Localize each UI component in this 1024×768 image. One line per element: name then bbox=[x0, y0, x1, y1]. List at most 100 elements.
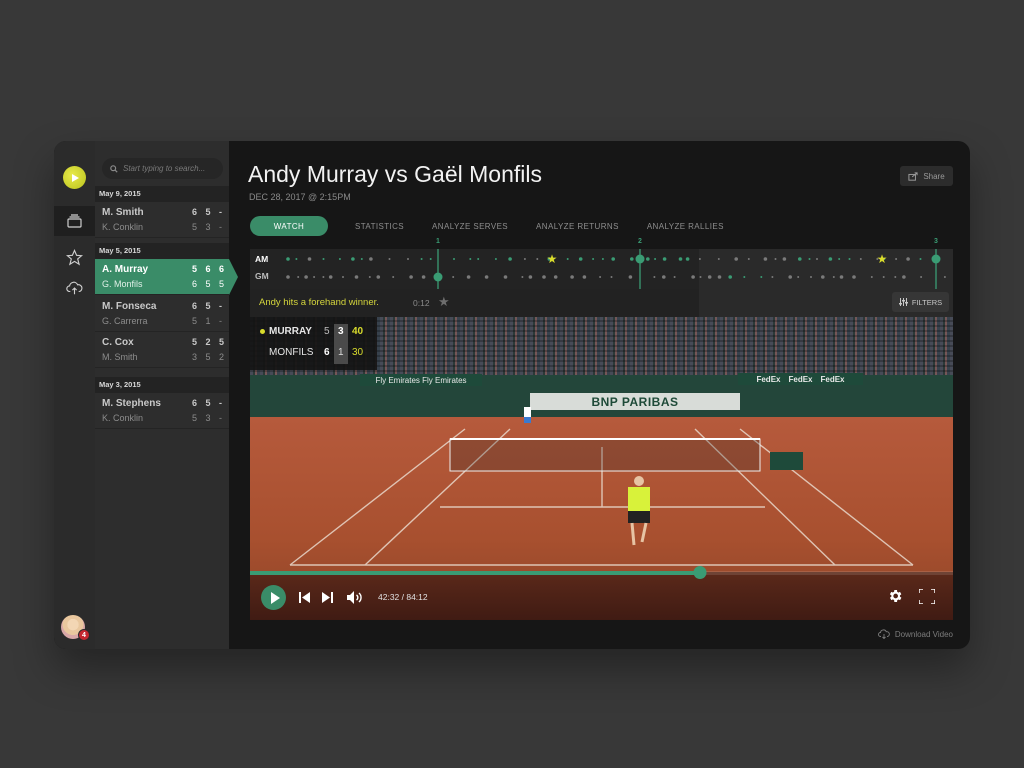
timeline-point[interactable] bbox=[466, 275, 471, 279]
timeline-point[interactable] bbox=[894, 276, 897, 278]
timeline-point[interactable] bbox=[839, 275, 844, 279]
timeline-point[interactable] bbox=[828, 257, 833, 261]
timeline-point[interactable] bbox=[342, 276, 344, 278]
timeline-point[interactable] bbox=[630, 257, 634, 261]
timeline-point[interactable] bbox=[747, 258, 750, 260]
timeline-point[interactable] bbox=[351, 257, 355, 261]
timeline-point[interactable] bbox=[409, 275, 413, 279]
timeline-point[interactable] bbox=[286, 275, 290, 279]
timeline-point[interactable] bbox=[452, 276, 455, 278]
timeline-point[interactable] bbox=[477, 258, 480, 260]
timeline-point[interactable] bbox=[521, 276, 524, 278]
current-point-marker[interactable] bbox=[433, 272, 443, 282]
timeline-point[interactable] bbox=[429, 258, 432, 260]
tab-statistics[interactable]: STATISTICS bbox=[355, 222, 404, 231]
timeline-point[interactable] bbox=[673, 276, 676, 278]
upload-button[interactable] bbox=[54, 273, 95, 303]
timeline-point[interactable] bbox=[297, 276, 300, 278]
timeline-point[interactable] bbox=[771, 276, 774, 278]
match-item-selected[interactable]: A. Murray G. Monfils 5 6 6 6 5 5 bbox=[95, 259, 238, 295]
previous-icon[interactable] bbox=[299, 592, 310, 603]
timeline-point[interactable] bbox=[760, 276, 763, 278]
timeline-point[interactable] bbox=[788, 275, 792, 279]
settings-gear-icon[interactable] bbox=[887, 588, 903, 604]
timeline-point[interactable] bbox=[407, 258, 409, 260]
timeline-point[interactable] bbox=[469, 258, 472, 260]
tab-analyze-serves[interactable]: ANALYZE SERVES bbox=[432, 222, 508, 231]
match-item[interactable]: M. Smith K. Conklin 6 5 - 5 3 - bbox=[95, 202, 229, 238]
timeline-point[interactable] bbox=[369, 257, 373, 261]
tab-watch[interactable]: WATCH bbox=[250, 216, 328, 236]
timeline-point[interactable] bbox=[328, 275, 333, 279]
timeline-point[interactable] bbox=[717, 275, 722, 279]
match-item[interactable]: C. Cox M. Smith 5 2 5 3 5 2 bbox=[95, 332, 229, 368]
timeline-point[interactable] bbox=[528, 275, 533, 279]
favorite-clip-star-icon[interactable]: ★ bbox=[438, 294, 450, 310]
timeline-point[interactable] bbox=[920, 276, 923, 278]
timeline-point[interactable] bbox=[536, 258, 539, 260]
timeline-point[interactable] bbox=[484, 275, 489, 279]
timeline-point[interactable] bbox=[599, 276, 602, 278]
timeline-point[interactable] bbox=[743, 276, 746, 278]
timeline-point[interactable] bbox=[360, 258, 363, 260]
timeline-point[interactable] bbox=[797, 276, 800, 278]
fullscreen-icon[interactable] bbox=[919, 589, 935, 604]
timeline-point[interactable] bbox=[906, 257, 910, 261]
timeline-points[interactable]: ★ ★ bbox=[250, 249, 953, 289]
favorites-button[interactable] bbox=[54, 242, 95, 272]
timeline-point[interactable] bbox=[523, 258, 526, 260]
timeline-point[interactable] bbox=[662, 257, 667, 261]
download-video-button[interactable]: Download Video bbox=[877, 629, 953, 639]
timeline-point[interactable] bbox=[354, 275, 359, 279]
timeline-point[interactable] bbox=[421, 275, 426, 279]
share-button[interactable]: Share bbox=[900, 166, 953, 186]
tab-analyze-rallies[interactable]: ANALYZE RALLIES bbox=[647, 222, 724, 231]
timeline-point[interactable] bbox=[838, 258, 841, 260]
timeline-point[interactable] bbox=[859, 258, 862, 260]
tab-analyze-returns[interactable]: ANALYZE RETURNS bbox=[536, 222, 619, 231]
timeline-point[interactable] bbox=[691, 275, 695, 279]
timeline-point[interactable] bbox=[810, 276, 812, 278]
current-point-marker[interactable] bbox=[635, 254, 645, 264]
timeline-point[interactable] bbox=[592, 258, 595, 260]
timeline-point[interactable] bbox=[653, 276, 656, 278]
timeline-point[interactable] bbox=[542, 275, 546, 279]
timeline-point[interactable] bbox=[322, 276, 325, 278]
seek-handle[interactable] bbox=[693, 566, 707, 579]
timeline-point[interactable] bbox=[821, 275, 825, 279]
timeline-point[interactable] bbox=[848, 258, 851, 260]
timeline-point[interactable] bbox=[717, 258, 720, 260]
timeline-point[interactable] bbox=[420, 258, 423, 260]
timeline-point[interactable] bbox=[707, 275, 712, 279]
video-player[interactable]: Fly Emirates Fly Emirates FedEx FedEx Fe… bbox=[250, 317, 953, 620]
timeline-point[interactable] bbox=[882, 276, 885, 278]
timeline-point[interactable] bbox=[295, 258, 298, 260]
search-input[interactable]: Start typing to search... bbox=[102, 158, 223, 179]
timeline-point[interactable] bbox=[678, 257, 683, 261]
timeline-point[interactable] bbox=[699, 276, 702, 278]
timeline-point[interactable] bbox=[313, 276, 316, 278]
timeline-point[interactable] bbox=[734, 257, 738, 261]
timeline-point[interactable] bbox=[774, 258, 777, 260]
timeline-point[interactable] bbox=[646, 257, 650, 261]
library-button[interactable] bbox=[54, 206, 95, 236]
play-button[interactable] bbox=[261, 585, 286, 610]
next-icon[interactable] bbox=[322, 592, 333, 603]
timeline-point[interactable] bbox=[685, 257, 690, 261]
point-timeline[interactable]: AM GM 1 2 3 ★ ★ bbox=[250, 238, 953, 289]
timeline-point[interactable] bbox=[304, 275, 308, 279]
timeline-point[interactable] bbox=[286, 257, 290, 261]
filters-button[interactable]: FILTERS bbox=[892, 292, 949, 312]
timeline-point[interactable] bbox=[376, 275, 381, 279]
timeline-point[interactable] bbox=[763, 257, 768, 261]
timeline-point[interactable] bbox=[698, 258, 701, 260]
volume-icon[interactable] bbox=[347, 591, 364, 604]
timeline-point[interactable] bbox=[662, 275, 666, 279]
timeline-point[interactable] bbox=[919, 258, 922, 260]
app-logo-icon[interactable] bbox=[63, 166, 86, 189]
timeline-point[interactable] bbox=[902, 275, 906, 279]
timeline-point[interactable] bbox=[782, 257, 787, 261]
timeline-point[interactable] bbox=[307, 257, 312, 261]
timeline-point[interactable] bbox=[388, 258, 391, 260]
match-item[interactable]: M. Stephens K. Conklin 6 5 - 5 3 - bbox=[95, 393, 229, 429]
